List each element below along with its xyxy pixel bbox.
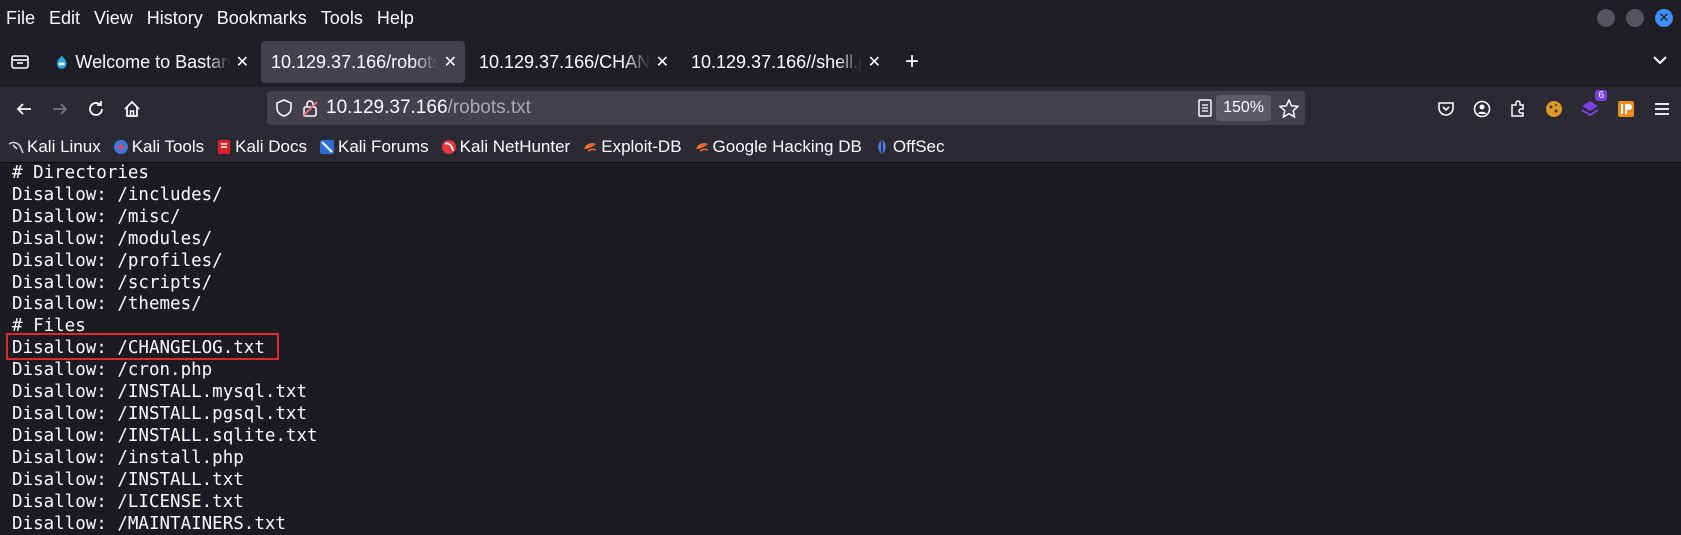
bookmark-kali-linux[interactable]: Kali Linux <box>8 137 101 157</box>
text-line: Disallow: /INSTALL.sqlite.txt <box>12 425 318 446</box>
ip-extension-icon[interactable] <box>1615 98 1637 120</box>
text-line: Disallow: /includes/ <box>12 184 223 205</box>
url-bar[interactable]: 10.129.37.166/robots.txt 150% <box>267 91 1305 125</box>
tab-welcome[interactable]: Welcome to Bastard ✕ <box>44 41 257 83</box>
text-line: Disallow: /LICENSE.txt <box>12 491 244 512</box>
bookmark-label: Kali NetHunter <box>459 136 571 156</box>
bookmark-kali-docs[interactable]: Kali Docs <box>216 137 307 157</box>
extension-badge-icon[interactable]: 6 <box>1579 90 1607 120</box>
forward-icon[interactable] <box>42 91 78 127</box>
bookmark-exploit-db[interactable]: Exploit-DB <box>582 136 682 157</box>
reload-icon[interactable] <box>78 91 114 127</box>
menu-view[interactable]: View <box>87 8 140 29</box>
menu-bar: File Edit View History Bookmarks Tools H… <box>0 0 1681 37</box>
text-line: # Directories <box>12 163 149 183</box>
tab-changelog[interactable]: 10.129.37.166/CHANGELOG.txt ✕ <box>469 41 677 83</box>
text-line: Disallow: /install.php <box>12 447 244 468</box>
menu-tools[interactable]: Tools <box>314 8 370 29</box>
toolbar-right: 6 <box>1435 87 1673 131</box>
ghdb-icon <box>695 142 708 152</box>
page-content: # Directories Disallow: /includes/ Disal… <box>0 163 1681 535</box>
tab-label: 10.129.37.166//shell.php <box>691 51 862 72</box>
reader-view-icon[interactable] <box>1197 99 1213 117</box>
text-line: Disallow: /modules/ <box>12 228 213 249</box>
text-line: Disallow: /themes/ <box>12 294 202 315</box>
kali-dragon-icon <box>8 141 24 153</box>
tab-close-icon[interactable]: ✕ <box>656 52 669 72</box>
bookmark-label: Exploit-DB <box>601 136 682 156</box>
tab-close-icon[interactable]: ✕ <box>236 52 249 72</box>
text-line: Disallow: /scripts/ <box>12 272 213 293</box>
text-line: Disallow: /profiles/ <box>12 250 223 271</box>
menu-edit[interactable]: Edit <box>42 8 87 29</box>
star-bookmark-icon[interactable] <box>1279 99 1299 118</box>
zoom-level-button[interactable]: 150% <box>1216 95 1271 121</box>
kali-docs-icon <box>218 139 231 154</box>
tab-shell[interactable]: 10.129.37.166//shell.php ✕ <box>681 41 889 83</box>
hamburger-menu-icon[interactable] <box>1651 98 1673 120</box>
kali-forums-icon <box>319 139 334 154</box>
bookmark-google-hacking-db[interactable]: Google Hacking DB <box>694 137 862 157</box>
text-line: Disallow: /INSTALL.mysql.txt <box>12 382 308 403</box>
shield-icon[interactable] <box>276 99 292 117</box>
tab-close-icon[interactable]: ✕ <box>868 52 881 72</box>
cookie-extension-icon[interactable] <box>1543 98 1565 120</box>
back-icon[interactable] <box>6 91 42 127</box>
extensions-icon[interactable] <box>1507 98 1529 120</box>
extension-badge-count: 6 <box>1595 90 1607 101</box>
tab-label: Welcome to Bastard <box>75 51 230 72</box>
text-line: Disallow: /misc/ <box>12 206 181 227</box>
new-tab-icon[interactable]: + <box>905 48 919 76</box>
bookmark-label: Google Hacking DB <box>712 136 862 156</box>
offsec-icon <box>878 139 886 154</box>
text-line: Disallow: /MAINTAINERS.txt <box>12 513 286 534</box>
bookmark-label: Kali Linux <box>27 136 101 156</box>
bookmark-kali-tools[interactable]: Kali Tools <box>113 137 204 157</box>
exploit-db-icon <box>584 142 597 152</box>
tab-close-icon[interactable]: ✕ <box>444 52 457 72</box>
tab-bar: Welcome to Bastard ✕ 10.129.37.166/robot… <box>0 37 1681 87</box>
chevron-down-icon[interactable] <box>1651 51 1669 69</box>
bookmark-kali-forums[interactable]: Kali Forums <box>319 137 429 157</box>
minimize-button[interactable] <box>1597 9 1615 27</box>
menu-file[interactable]: File <box>0 8 42 29</box>
drupal-icon <box>56 55 67 69</box>
window-controls: ✕ <box>1597 9 1673 27</box>
account-icon[interactable] <box>1471 98 1493 120</box>
text-line: Disallow: /INSTALL.txt <box>12 469 244 490</box>
bookmarks-toolbar: Kali Linux Kali Tools Kali Docs Kali For… <box>0 131 1681 163</box>
url-text: 10.129.37.166/robots.txt <box>326 97 531 119</box>
bookmark-kali-nethunter[interactable]: Kali NetHunter <box>441 136 571 157</box>
tab-robots[interactable]: 10.129.37.166/robots.txt ✕ <box>261 41 465 83</box>
bookmark-label: Kali Forums <box>337 136 429 156</box>
bookmark-label: Kali Docs <box>235 136 307 156</box>
text-line: Disallow: /INSTALL.pgsql.txt <box>12 403 308 424</box>
highlight-annotation-box <box>6 333 279 360</box>
navigation-bar: 10.129.37.166/robots.txt 150% 6 <box>0 87 1681 131</box>
pocket-icon[interactable] <box>1435 98 1457 120</box>
menu-history[interactable]: History <box>140 8 210 29</box>
tab-label: 10.129.37.166/robots.txt <box>271 51 438 72</box>
bookmark-label: OffSec <box>892 136 945 156</box>
kali-tools-icon <box>113 139 128 154</box>
insecure-lock-icon[interactable] <box>302 99 318 117</box>
tab-label: 10.129.37.166/CHANGELOG.txt <box>479 51 650 72</box>
menu-bookmarks[interactable]: Bookmarks <box>210 8 314 29</box>
bookmark-label: Kali Tools <box>131 136 205 156</box>
bookmark-offsec[interactable]: OffSec <box>874 137 945 157</box>
tab-list-icon[interactable] <box>0 37 40 87</box>
text-line: Disallow: /cron.php <box>12 360 213 381</box>
url-path: /robots.txt <box>447 97 531 118</box>
url-host: 10.129.37.166 <box>326 97 448 118</box>
maximize-button[interactable] <box>1626 9 1644 27</box>
close-window-button[interactable]: ✕ <box>1655 9 1673 27</box>
home-icon[interactable] <box>114 91 150 127</box>
menu-help[interactable]: Help <box>370 8 421 29</box>
nethunter-icon <box>441 139 456 154</box>
